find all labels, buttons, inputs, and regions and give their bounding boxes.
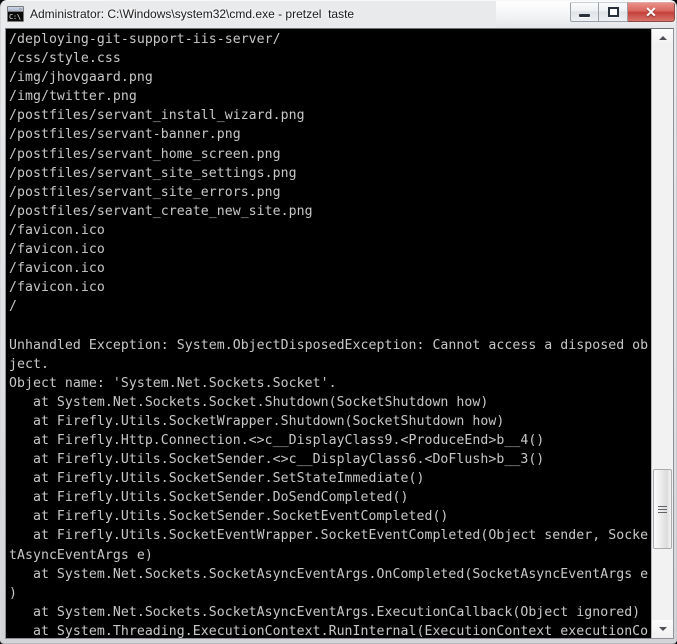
cmd-console-icon[interactable]: ▫▫ C:\	[7, 6, 24, 22]
console-line: /favicon.ico	[9, 222, 105, 238]
console-line: ject.	[9, 356, 49, 372]
minimize-icon	[571, 3, 598, 21]
cmd-icon-prompt-text: C:\	[8, 12, 23, 21]
console-output-pane[interactable]: /deploying-git-support-iis-server/ /css/s…	[6, 29, 651, 638]
console-line: at Firefly.Utils.SocketSender.DoSendComp…	[9, 490, 409, 506]
title-bar[interactable]: ▫▫ C:\ Administrator: C:\Windows\system3…	[1, 1, 676, 28]
console-line: at Firefly.Utils.SocketEventWrapper.Sock…	[9, 528, 649, 544]
maximize-button[interactable]	[599, 2, 628, 22]
console-line: tAsyncEventArgs e)	[9, 547, 153, 563]
minimize-button[interactable]	[570, 2, 599, 22]
console-line: /postfiles/servant_install_wizard.png	[9, 108, 305, 124]
console-line: /favicon.ico	[9, 242, 105, 258]
console-line: /postfiles/servant-banner.png	[9, 127, 241, 143]
command-prompt-window: ▫▫ C:\ Administrator: C:\Windows\system3…	[0, 0, 677, 644]
maximize-icon	[599, 3, 627, 21]
console-line: Unhandled Exception: System.ObjectDispos…	[9, 337, 649, 353]
console-line: at Firefly.Utils.SocketSender.SetStateIm…	[9, 471, 425, 487]
console-line: /img/jhovgaard.png	[9, 70, 153, 86]
console-line: /postfiles/servant_site_errors.png	[9, 184, 281, 200]
console-line: at System.Net.Sockets.SocketAsyncEventAr…	[9, 604, 641, 620]
cmd-icon-caption-dots: ▫▫	[19, 6, 22, 11]
console-line: at Firefly.Http.Connection.<>c__DisplayC…	[9, 432, 545, 448]
scrollbar-thumb[interactable]	[653, 469, 672, 549]
console-line: Object name: 'System.Net.Sockets.Socket'…	[9, 375, 337, 391]
console-line: )	[9, 585, 17, 601]
console-line: /	[9, 299, 17, 315]
console-line: /postfiles/servant_home_screen.png	[9, 146, 281, 162]
console-text-buffer: /deploying-git-support-iis-server/ /css/s…	[9, 30, 651, 638]
console-line: at System.Threading.ExecutionContext.Run…	[9, 623, 649, 638]
console-line: /css/style.css	[9, 51, 121, 67]
chevron-down-icon	[658, 627, 667, 631]
caption-button-group: ✕	[570, 2, 675, 23]
console-line: at Firefly.Utils.SocketSender.<>c__Displ…	[9, 452, 545, 468]
console-line: at System.Net.Sockets.Socket.Shutdown(So…	[9, 394, 489, 410]
console-line: at Firefly.Utils.SocketWrapper.Shutdown(…	[9, 413, 505, 429]
close-button[interactable]: ✕	[628, 2, 675, 22]
console-line: at Firefly.Utils.SocketSender.SocketEven…	[9, 509, 449, 525]
scroll-up-button[interactable]	[652, 29, 673, 47]
console-line: /postfiles/servant_site_settings.png	[9, 165, 297, 181]
close-icon: ✕	[628, 3, 674, 21]
console-line: /postfiles/servant_create_new_site.png	[9, 203, 313, 219]
console-line: /img/twitter.png	[9, 89, 137, 105]
scrollbar-grip-icon	[658, 505, 667, 513]
console-line: /deploying-git-support-iis-server/	[9, 32, 281, 47]
scroll-down-button[interactable]	[652, 620, 673, 638]
console-line: /favicon.ico	[9, 280, 105, 296]
window-title: Administrator: C:\Windows\system32\cmd.e…	[30, 7, 355, 21]
close-x-glyph: ✕	[645, 4, 657, 20]
chevron-up-icon	[658, 36, 667, 40]
vertical-scrollbar[interactable]	[651, 29, 673, 638]
console-line: at System.Net.Sockets.SocketAsyncEventAr…	[9, 566, 649, 582]
console-client-area: /deploying-git-support-iis-server/ /css/s…	[5, 28, 674, 639]
scrollbar-track[interactable]	[652, 47, 673, 620]
console-line: /favicon.ico	[9, 261, 105, 277]
